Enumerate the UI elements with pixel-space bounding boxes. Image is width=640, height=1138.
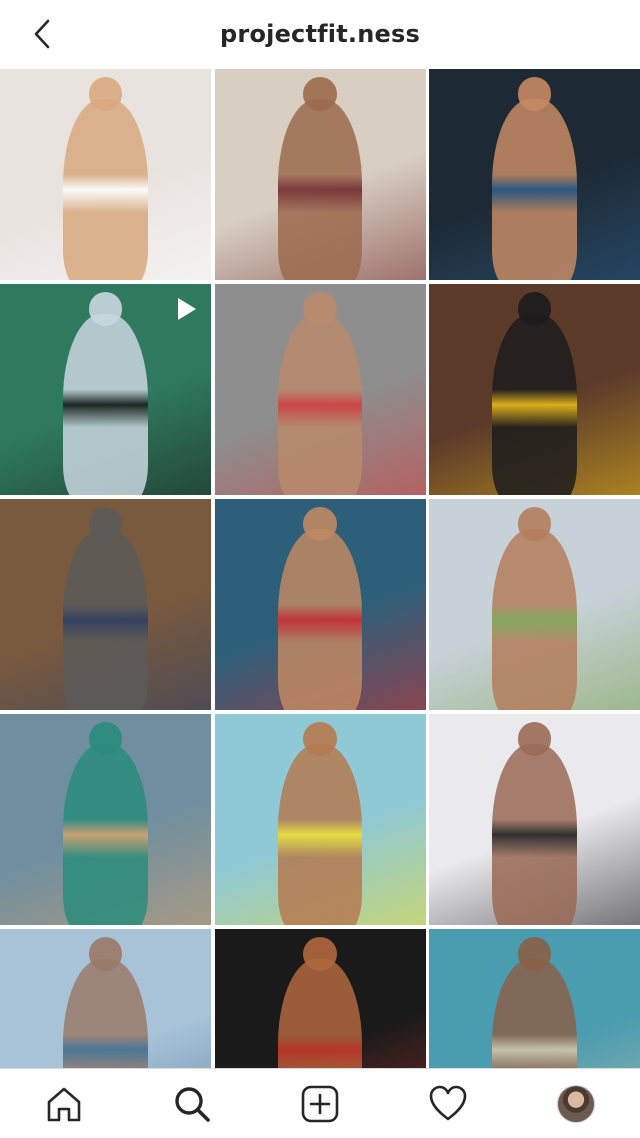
bottom-nav: [0, 1068, 640, 1138]
nav-add-post[interactable]: [288, 1074, 352, 1134]
nav-search[interactable]: [160, 1074, 224, 1134]
grid-tile[interactable]: [0, 714, 211, 925]
back-button[interactable]: [22, 16, 62, 52]
chevron-left-icon: [34, 19, 50, 49]
heart-icon: [429, 1085, 467, 1120]
page-title: projectfit.ness: [220, 20, 420, 48]
home-icon: [47, 1087, 81, 1121]
photo-subject: [277, 313, 363, 495]
grid-tile[interactable]: [214, 284, 426, 495]
photo-subject: [492, 313, 577, 495]
grid-tile[interactable]: [429, 714, 640, 925]
explore-grid: [0, 69, 640, 1138]
photo-subject: [492, 528, 577, 710]
grid-tile[interactable]: [0, 69, 211, 280]
photo-subject-head: [303, 937, 337, 972]
photo-subject-head: [303, 722, 337, 757]
photo-subject-head: [303, 507, 337, 542]
nav-home[interactable]: [32, 1074, 96, 1134]
photo-subject: [63, 743, 148, 925]
video-play-icon: [178, 298, 196, 320]
grid-tile[interactable]: [0, 284, 211, 495]
photo-subject: [63, 528, 148, 710]
grid-tile[interactable]: [214, 499, 426, 710]
grid-tile[interactable]: [429, 284, 640, 495]
play-triangle: [178, 298, 196, 320]
photo-subject-head: [303, 292, 337, 327]
photo-subject: [492, 98, 577, 280]
photo-subject: [63, 98, 148, 280]
nav-activity[interactable]: [416, 1074, 480, 1134]
photo-subject-head: [303, 77, 337, 112]
photo-subject: [277, 528, 363, 710]
grid-tile[interactable]: [429, 499, 640, 710]
photo-subject: [277, 743, 363, 925]
search-icon: [175, 1086, 210, 1122]
grid-tile[interactable]: [429, 69, 640, 280]
nav-profile[interactable]: [544, 1074, 608, 1134]
photo-subject: [63, 313, 148, 495]
photo-subject: [277, 98, 363, 280]
top-bar: projectfit.ness: [0, 0, 640, 68]
add-post-icon: [301, 1085, 339, 1122]
photo-subject: [492, 743, 577, 925]
grid-tile[interactable]: [0, 499, 211, 710]
grid-tile[interactable]: [214, 714, 426, 925]
grid-tile[interactable]: [214, 69, 426, 280]
profile-avatar: [557, 1084, 595, 1123]
